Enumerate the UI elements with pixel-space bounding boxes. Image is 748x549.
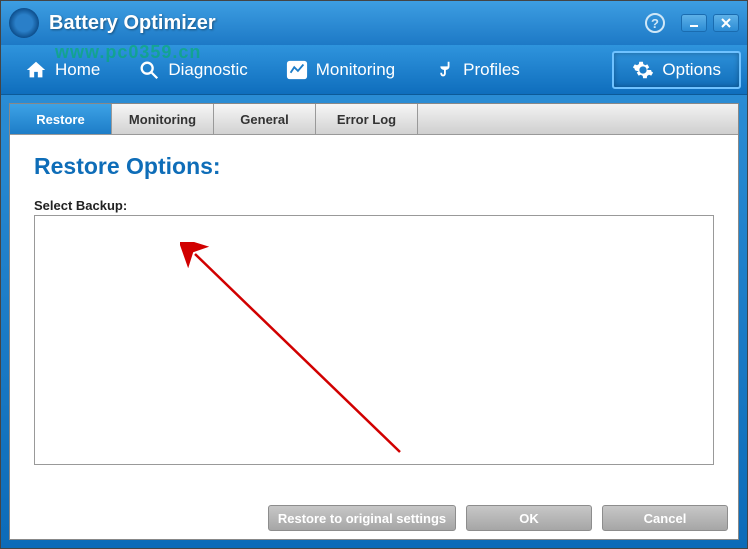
tab-label: General bbox=[240, 112, 288, 127]
nav-monitoring[interactable]: Monitoring bbox=[268, 51, 413, 89]
nav-label: Profiles bbox=[463, 60, 520, 80]
button-label: Restore to original settings bbox=[278, 511, 446, 526]
ok-button[interactable]: OK bbox=[466, 505, 592, 531]
tab-label: Restore bbox=[36, 112, 84, 127]
footer-buttons: Restore to original settings OK Cancel bbox=[268, 505, 728, 531]
titlebar: Battery Optimizer ? bbox=[1, 1, 747, 45]
tab-restore[interactable]: Restore bbox=[10, 104, 112, 134]
nav-label: Home bbox=[55, 60, 100, 80]
tab-label: Monitoring bbox=[129, 112, 196, 127]
nav-label: Options bbox=[662, 60, 721, 80]
content-area: Restore Monitoring General Error Log Res… bbox=[1, 95, 747, 548]
panel-body: Restore Options: Select Backup: bbox=[10, 135, 738, 483]
minimize-button[interactable] bbox=[681, 14, 707, 32]
app-title: Battery Optimizer bbox=[49, 12, 645, 35]
main-nav: Home Diagnostic Monitoring Profiles Opti… bbox=[1, 45, 747, 95]
tab-label: Error Log bbox=[337, 112, 396, 127]
gear-icon bbox=[632, 59, 654, 81]
nav-profiles[interactable]: Profiles bbox=[415, 51, 538, 89]
app-icon bbox=[9, 8, 39, 38]
home-icon bbox=[25, 59, 47, 81]
restore-original-button[interactable]: Restore to original settings bbox=[268, 505, 456, 531]
plug-icon bbox=[433, 59, 455, 81]
tab-error-log[interactable]: Error Log bbox=[316, 104, 418, 134]
panel-heading: Restore Options: bbox=[34, 153, 714, 180]
nav-diagnostic[interactable]: Diagnostic bbox=[120, 51, 265, 89]
cancel-button[interactable]: Cancel bbox=[602, 505, 728, 531]
magnifier-icon bbox=[138, 59, 160, 81]
backup-list[interactable] bbox=[34, 215, 714, 465]
button-label: Cancel bbox=[644, 511, 687, 526]
close-button[interactable] bbox=[713, 14, 739, 32]
tab-monitoring[interactable]: Monitoring bbox=[112, 104, 214, 134]
chart-icon bbox=[286, 59, 308, 81]
nav-options[interactable]: Options bbox=[612, 51, 741, 89]
options-panel: Restore Monitoring General Error Log Res… bbox=[9, 103, 739, 540]
nav-label: Monitoring bbox=[316, 60, 395, 80]
nav-label: Diagnostic bbox=[168, 60, 247, 80]
help-icon[interactable]: ? bbox=[645, 13, 665, 33]
tabbar: Restore Monitoring General Error Log bbox=[10, 104, 738, 135]
tab-general[interactable]: General bbox=[214, 104, 316, 134]
nav-home[interactable]: Home bbox=[7, 51, 118, 89]
select-backup-label: Select Backup: bbox=[34, 198, 714, 213]
button-label: OK bbox=[519, 511, 539, 526]
